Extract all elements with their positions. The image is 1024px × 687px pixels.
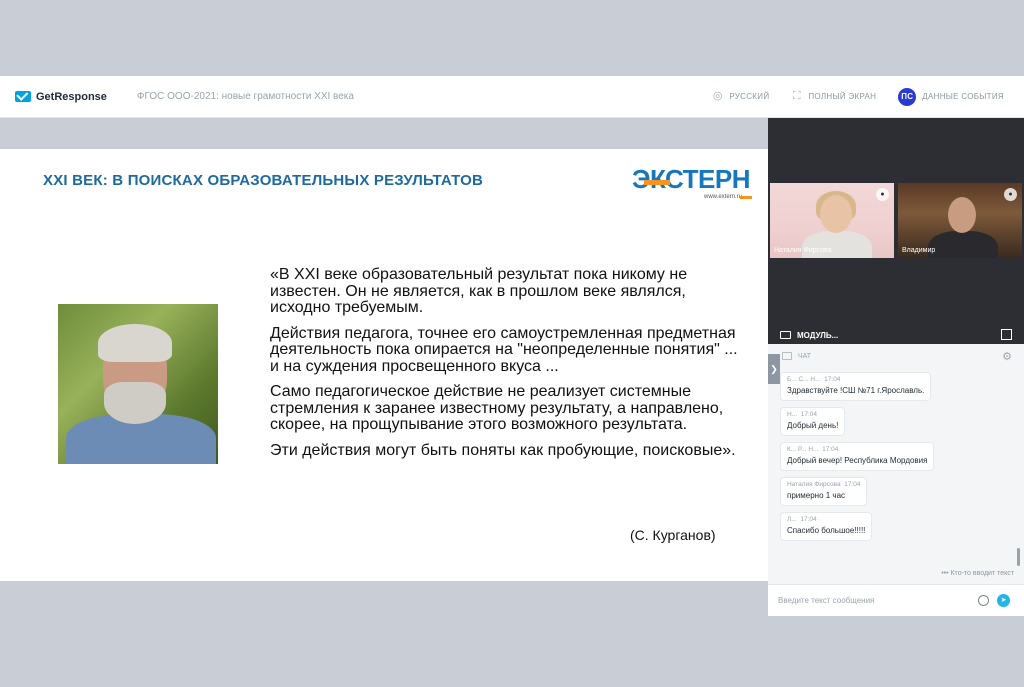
top-background [0,0,1024,76]
chat-scrollbar[interactable] [1017,548,1020,566]
expand-icon[interactable] [1001,329,1012,340]
event-title: ФГОС ООО-2021: новые грамотности XXI век… [136,91,354,102]
quote-paragraph: «В XXI веке образовательный результат по… [270,266,688,316]
message-time: 17:04 [824,376,841,383]
slide: XXI ВЕК: В ПОИСКАХ ОБРАЗОВАТЕЛЬНЫХ РЕЗУЛ… [0,149,768,581]
camera-icon [780,331,791,339]
typing-indicator: ••• Кто-то вводит текст [941,570,1014,577]
message-time: 17:04 [844,481,861,488]
fullscreen-label: ПОЛНЫЙ ЭКРАН [808,92,877,101]
message-author: Б... С... Н... [787,376,821,383]
chat-message: Н... 17:04 Добрый день! [780,407,846,436]
mic-icon: ● [876,188,889,201]
chat-message: Л... 17:04 Спасибо большое!!!!! [780,512,873,541]
module-bar[interactable]: МОДУЛЬ... [768,324,1024,346]
message-text: Добрый вечер! Республика Мордовия [787,456,928,465]
message-author: Наталия Фирсова [787,481,841,488]
logo-bar [644,180,670,185]
message-author: К... Р... Н... [787,446,819,453]
video-participant-name: Владимир [902,247,936,254]
emoji-icon[interactable] [978,595,989,606]
quote-text: «В XXI веке образовательный результат по… [270,266,748,468]
video-participant-name: Наталия Фирсова [774,247,832,254]
logo-url: www.extern.ru [704,194,743,200]
fullscreen-button[interactable]: ⛶ ПОЛНЫЙ ЭКРАН [791,91,876,102]
brand-name: GetResponse [36,90,107,103]
brand-logo[interactable]: GetResponse [15,91,107,103]
message-input[interactable] [778,596,968,605]
mail-icon [15,91,31,102]
chat-input-bar: ➤ [768,584,1024,616]
logo-accent [740,196,752,199]
presentation-area: XXI ВЕК: В ПОИСКАХ ОБРАЗОВАТЕЛЬНЫХ РЕЗУЛ… [0,118,768,687]
portrait-photo [58,304,218,464]
language-button[interactable]: ◎ РУССКИЙ [712,91,769,102]
message-text: примерно 1 час [787,491,846,500]
chat-message: Б... С... Н... 17:04 Здравствуйте !СШ №7… [780,372,932,401]
message-text: Здравствуйте !СШ №71 г.Ярославль. [787,386,925,395]
language-label: РУССКИЙ [729,92,770,101]
send-button[interactable]: ➤ [997,594,1010,607]
globe-icon: ◎ [712,90,723,102]
message-time: 17:04 [800,411,818,418]
bottom-background [768,616,1024,687]
message-time: 17:04 [822,446,839,453]
message-text: Спасибо большое!!!!! [787,526,866,535]
quote-paragraph: Само педагогическое действие не реализуе… [270,383,724,433]
avatar: ПС [898,87,917,106]
chat-header: ЧАТ ⚙ [768,346,1024,366]
gear-icon[interactable]: ⚙ [1002,350,1012,363]
extern-logo: ЭКСТЕРН www.extern.ru [632,164,754,208]
message-author: Л... [787,516,797,523]
chat-message: К... Р... Н... 17:04 Добрый вечер! Респу… [780,442,935,471]
app-header: GetResponse ФГОС ООО-2021: новые грамотн… [0,76,1024,118]
mic-icon: ● [1004,188,1017,201]
video-tile[interactable]: ● Наталия Фирсова [770,183,894,258]
event-data-label: ДАННЫЕ СОБЫТИЯ [922,92,1004,101]
message-author: Н... [787,411,798,418]
quote-author: (С. Курганов) [630,527,716,543]
chat-messages: Б... С... Н... 17:04 Здравствуйте !СШ №7… [780,372,1020,547]
collapse-panel-button[interactable]: ❯ [768,354,780,384]
video-tile[interactable]: ● Владимир [898,183,1022,258]
fullscreen-icon: ⛶ [792,90,801,102]
chat-message: Наталия Фирсова 17:04 примерно 1 час [780,477,868,506]
chat-title: ЧАТ [798,352,812,360]
message-time: 17:04 [800,516,817,523]
video-area: ● Наталия Фирсова ● Владимир МОДУЛЬ... [768,118,1024,344]
module-label: МОДУЛЬ... [797,330,839,340]
chat-icon [782,352,792,360]
quote-paragraph: Эти действия могут быть поняты как пробу… [270,441,736,459]
side-panel: ● Наталия Фирсова ● Владимир МОДУЛЬ... Ч… [768,118,1024,687]
message-text: Добрый день! [787,421,839,430]
quote-paragraph: Действия педагога, точнее его самоустрем… [270,324,738,375]
event-data-button[interactable]: ПС ДАННЫЕ СОБЫТИЯ [898,87,1004,106]
slide-title: XXI ВЕК: В ПОИСКАХ ОБРАЗОВАТЕЛЬНЫХ РЕЗУЛ… [43,172,484,189]
